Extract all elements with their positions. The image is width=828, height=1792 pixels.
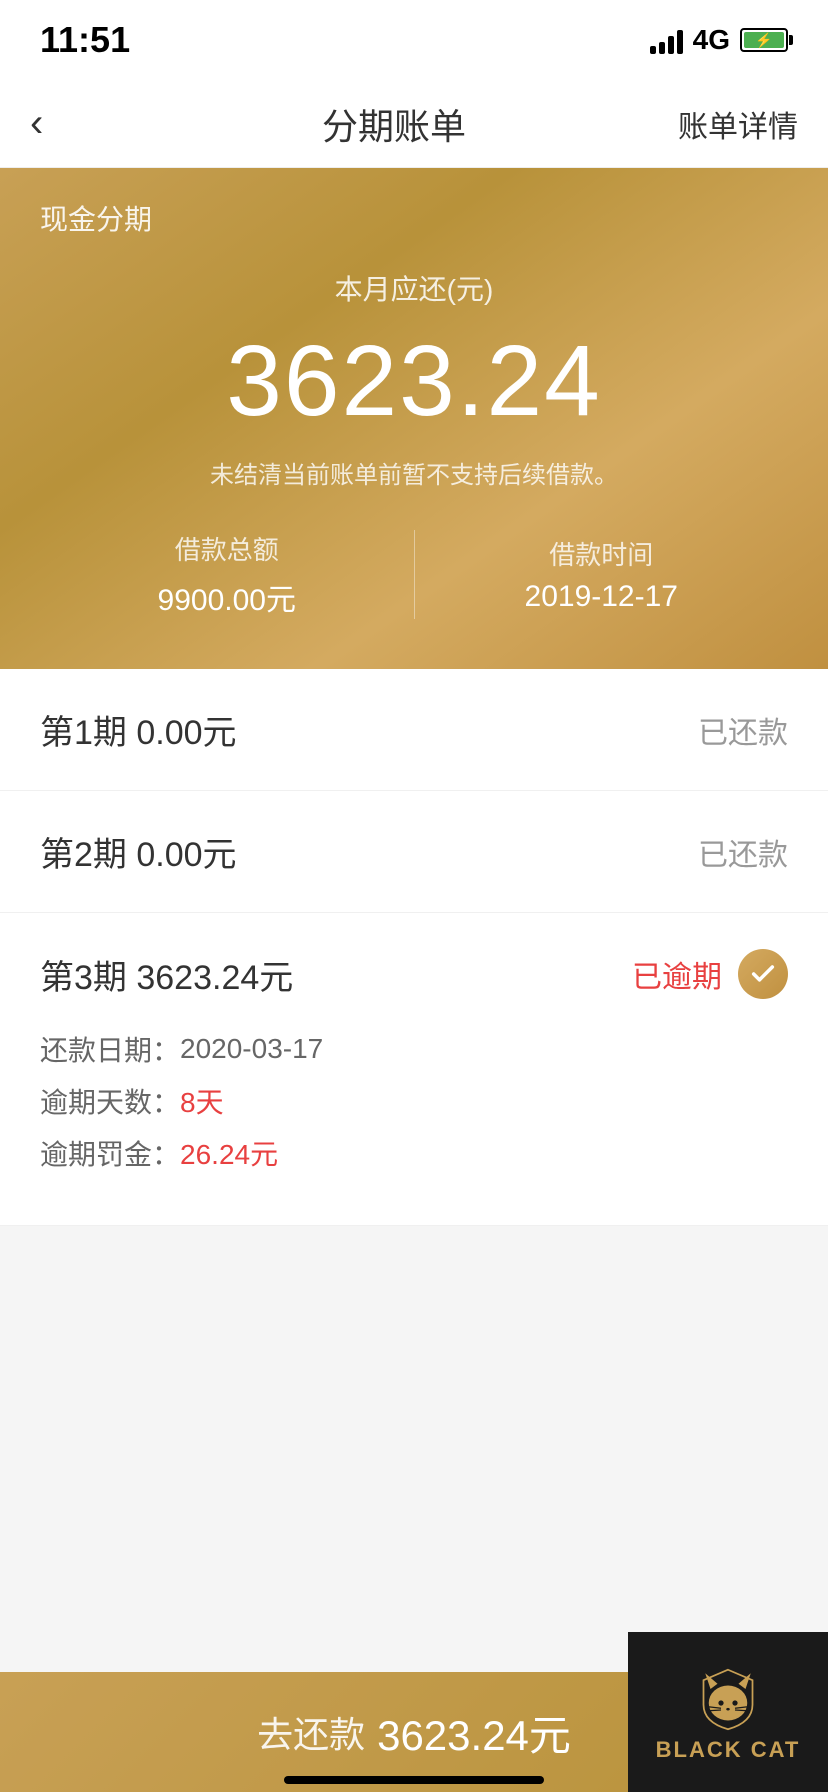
hero-amount-subtitle: 本月应还(元): [40, 268, 788, 308]
status-icons: 4G ⚡: [650, 24, 788, 56]
status-time: 11:51: [40, 19, 130, 61]
loan-date-value: 2019-12-17: [415, 580, 789, 614]
installment-status-area-3: 已逾期: [632, 949, 788, 999]
network-type: 4G: [693, 24, 730, 56]
overdue-fine-row: 逾期罚金： 26.24元: [40, 1133, 788, 1173]
installment-header-3: 第3期 3623.24元 已逾期: [40, 949, 788, 999]
hero-warning: 未结清当前账单前暂不支持后续借款。: [40, 455, 788, 490]
installment-header-1: 第1期 0.00元 已还款: [40, 705, 788, 754]
installment-item-2[interactable]: 第2期 0.00元 已还款: [0, 791, 828, 913]
overdue-fine-value: 26.24元: [180, 1133, 278, 1173]
repay-date-value: 2020-03-17: [180, 1033, 323, 1065]
loan-amount-label: 借款总额: [40, 530, 414, 567]
signal-bars-icon: [650, 26, 683, 54]
pay-label: 去还款: [257, 1706, 365, 1758]
battery-bolt-icon: ⚡: [755, 33, 772, 47]
installment-list: 第1期 0.00元 已还款 第2期 0.00元 已还款 第3期 3623.24元…: [0, 669, 828, 1546]
repay-date-label: 还款日期：: [40, 1029, 180, 1069]
loan-date-label: 借款时间: [415, 535, 789, 572]
check-icon-3: [738, 949, 788, 999]
cat-icon: [693, 1661, 763, 1731]
installment-status-3: 已逾期: [632, 952, 722, 996]
hero-stats: 借款总额 9900.00元 借款时间 2019-12-17: [40, 530, 788, 619]
installment-status-2: 已还款: [698, 830, 788, 874]
installment-status-1: 已还款: [698, 708, 788, 752]
home-indicator: [284, 1776, 544, 1784]
gray-spacer: [0, 1226, 828, 1546]
overdue-days-label: 逾期天数：: [40, 1081, 180, 1121]
loan-date-stat: 借款时间 2019-12-17: [415, 535, 789, 614]
page-title: 分期账单: [322, 98, 466, 150]
hero-section: 现金分期 本月应还(元) 3623.24 未结清当前账单前暂不支持后续借款。 借…: [0, 168, 828, 669]
installment-details-3: 还款日期： 2020-03-17 逾期天数： 8天 逾期罚金： 26.24元: [40, 1029, 788, 1173]
loan-amount-stat: 借款总额 9900.00元: [40, 530, 415, 619]
repay-date-row: 还款日期： 2020-03-17: [40, 1029, 788, 1069]
back-button[interactable]: ‹: [30, 101, 110, 146]
overdue-days-row: 逾期天数： 8天: [40, 1081, 788, 1121]
black-cat-label: BLACK CAT: [656, 1737, 801, 1763]
hero-amount: 3623.24: [40, 324, 788, 439]
overdue-fine-label: 逾期罚金：: [40, 1133, 180, 1173]
installment-period-2: 第2期 0.00元: [40, 827, 237, 876]
nav-bar: ‹ 分期账单 账单详情: [0, 80, 828, 168]
installment-item-1[interactable]: 第1期 0.00元 已还款: [0, 669, 828, 791]
status-bar: 11:51 4G ⚡: [0, 0, 828, 80]
loan-amount-value: 9900.00元: [40, 575, 414, 619]
battery-icon: ⚡: [740, 28, 788, 52]
installment-period-1: 第1期 0.00元: [40, 705, 237, 754]
black-cat-watermark: BLACK CAT: [628, 1632, 828, 1792]
overdue-days-value: 8天: [180, 1081, 224, 1121]
installment-header-2: 第2期 0.00元 已还款: [40, 827, 788, 876]
detail-button[interactable]: 账单详情: [678, 102, 798, 146]
installment-item-3[interactable]: 第3期 3623.24元 已逾期 还款日期： 2020-03-17 逾期天数： …: [0, 913, 828, 1226]
installment-period-3: 第3期 3623.24元: [40, 950, 293, 999]
pay-amount: 3623.24元: [377, 1702, 571, 1763]
hero-section-label: 现金分期: [40, 198, 788, 238]
